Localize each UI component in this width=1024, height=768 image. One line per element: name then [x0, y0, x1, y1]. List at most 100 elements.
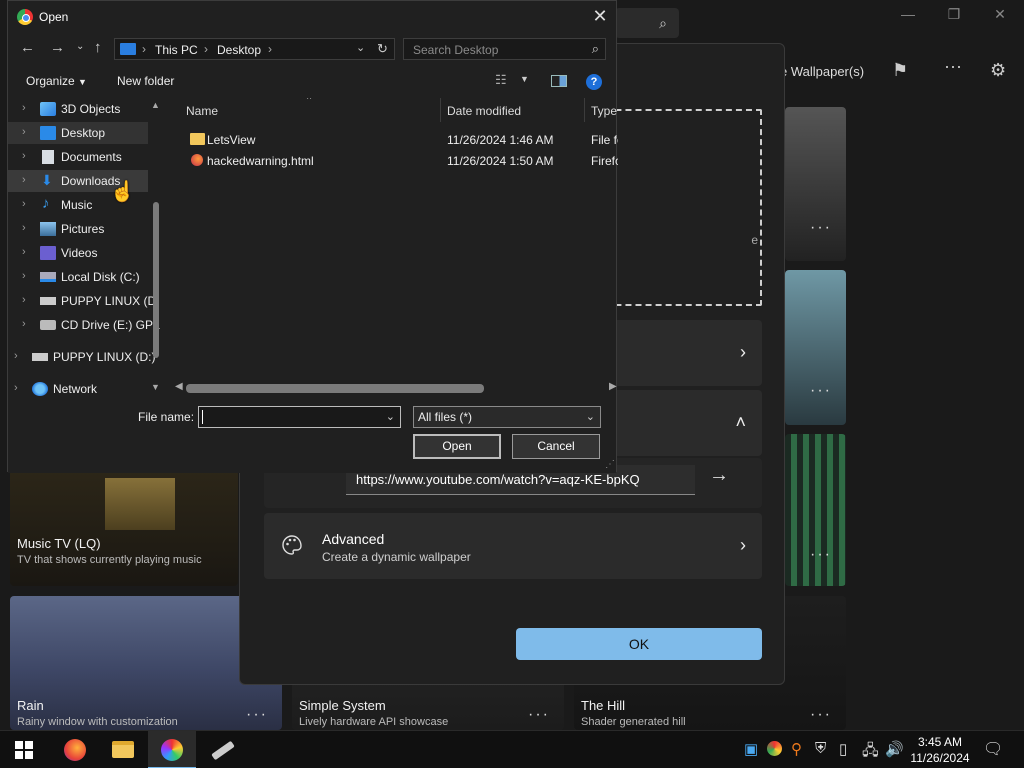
new-folder-button[interactable]: New folder: [117, 74, 174, 88]
expand-arrow-icon[interactable]: ›: [22, 246, 26, 258]
help-icon[interactable]: ?: [586, 74, 602, 90]
recent-locations-icon[interactable]: ⌄: [76, 41, 84, 52]
breadcrumb-separator-icon[interactable]: ›: [204, 42, 208, 56]
chrome-tray-icon[interactable]: [767, 741, 782, 756]
expand-arrow-icon[interactable]: ›: [22, 174, 26, 186]
expand-arrow-icon[interactable]: ›: [22, 150, 26, 162]
file-type-filter[interactable]: All files (*) ⌄: [413, 406, 601, 428]
wallpaper-tile[interactable]: ···: [785, 107, 846, 261]
app-search-box[interactable]: ⌕: [615, 8, 679, 38]
expand-arrow-icon[interactable]: ›: [14, 382, 18, 394]
maximize-button[interactable]: ❐: [940, 6, 968, 23]
tray-app-icon[interactable]: ▣: [744, 740, 758, 758]
scrollbar-thumb[interactable]: [186, 384, 484, 393]
minimize-button[interactable]: —: [894, 6, 922, 22]
file-name-input[interactable]: ⌄: [198, 406, 401, 428]
dialog-titlebar[interactable]: Open ✕: [8, 1, 616, 33]
close-dialog-button[interactable]: ✕: [584, 1, 616, 31]
breadcrumb-desktop[interactable]: Desktop: [217, 43, 261, 57]
cancel-button[interactable]: Cancel: [512, 434, 600, 459]
volume-icon[interactable]: 🔊: [885, 740, 904, 758]
taskbar-firefox[interactable]: [50, 731, 98, 768]
open-button[interactable]: Open: [413, 434, 501, 459]
tree-item-desktop[interactable]: › Desktop: [8, 122, 148, 144]
tree-item-documents[interactable]: › Documents: [8, 146, 148, 168]
close-app-button[interactable]: ✕: [986, 6, 1014, 23]
scroll-right-icon[interactable]: ▶: [609, 381, 617, 392]
wallpaper-tile[interactable]: ···: [785, 434, 846, 586]
tile-more-icon[interactable]: ···: [810, 706, 832, 724]
chevron-up-icon[interactable]: ˄: [735, 412, 746, 433]
forward-arrow-icon[interactable]: →: [50, 39, 65, 56]
more-icon[interactable]: ···: [944, 56, 962, 77]
file-row[interactable]: LetsView 11/26/2024 1:46 AM File fo: [172, 129, 618, 150]
column-header-type[interactable]: Type: [591, 104, 617, 118]
tree-item-puppy-linux-root[interactable]: › PUPPY LINUX (D:): [8, 346, 155, 368]
scrollbar-thumb[interactable]: [153, 202, 159, 358]
column-header-date[interactable]: Date modified: [447, 104, 521, 118]
expand-arrow-icon[interactable]: ›: [22, 198, 26, 210]
tree-item-pictures[interactable]: › Pictures: [8, 218, 148, 240]
tile-more-icon[interactable]: ···: [810, 219, 832, 237]
tile-more-icon[interactable]: ···: [246, 706, 268, 724]
expand-arrow-icon[interactable]: ›: [14, 350, 18, 362]
start-button[interactable]: [0, 731, 48, 768]
expand-arrow-icon[interactable]: ›: [22, 318, 26, 330]
expand-arrow-icon[interactable]: ›: [22, 270, 26, 282]
network-tray-icon[interactable]: 🖧: [862, 740, 879, 765]
scroll-up-icon[interactable]: ▲: [151, 100, 160, 110]
navigation-scrollbar[interactable]: ▲ ▼: [149, 98, 163, 394]
notification-icon[interactable]: 🗨: [983, 739, 1003, 759]
breadcrumb-separator-icon[interactable]: ›: [142, 42, 146, 56]
file-list-scrollbar[interactable]: ◀ ▶: [172, 381, 618, 395]
add-wallpaper-label[interactable]: e Wallpaper(s): [780, 64, 864, 79]
tile-more-icon[interactable]: ···: [810, 382, 832, 400]
ok-button[interactable]: OK: [516, 628, 762, 660]
taskbar: ▣ ⚲ ⛨ ▯ 🖧 🔊 3:45 AM 11/26/2024 🗨: [0, 730, 1024, 768]
tree-item-3d-objects[interactable]: › 3D Objects: [8, 98, 148, 120]
scroll-down-icon[interactable]: ▼: [151, 382, 160, 392]
tile-more-icon[interactable]: ···: [528, 706, 550, 724]
tile-more-icon[interactable]: ···: [810, 546, 832, 564]
tree-item-videos[interactable]: › Videos: [8, 242, 148, 264]
tree-item-local-disk[interactable]: › Local Disk (C:): [8, 266, 148, 288]
gear-icon[interactable]: ⚙: [990, 60, 1006, 81]
back-arrow-icon[interactable]: ←: [20, 39, 35, 56]
tree-item-cd-drive[interactable]: › CD Drive (E:) GPa: [8, 314, 160, 336]
view-options-icon[interactable]: ☷: [495, 72, 507, 88]
breadcrumb-separator-icon[interactable]: ›: [268, 42, 272, 56]
chevron-down-icon[interactable]: ⌄: [386, 410, 395, 423]
resize-grip-icon[interactable]: ⋰: [605, 459, 615, 470]
tree-item-network[interactable]: › Network: [8, 378, 148, 398]
column-header-name[interactable]: Name: [186, 104, 218, 118]
expand-arrow-icon[interactable]: ›: [22, 102, 26, 114]
file-row[interactable]: hackedwarning.html 11/26/2024 1:50 AM Fi…: [172, 150, 618, 171]
taskbar-file-explorer[interactable]: [98, 731, 146, 768]
organize-menu[interactable]: Organize ▼: [26, 74, 87, 88]
taskbar-app[interactable]: [198, 731, 246, 768]
search-box[interactable]: Search Desktop ⌕: [403, 38, 606, 60]
chevron-down-icon[interactable]: ⌄: [356, 41, 365, 54]
taskbar-clock[interactable]: 3:45 AM 11/26/2024: [906, 734, 974, 766]
breadcrumb-this-pc[interactable]: This PC: [155, 43, 198, 57]
expand-arrow-icon[interactable]: ›: [22, 294, 26, 306]
up-arrow-icon[interactable]: ↑: [94, 39, 102, 56]
taskbar-lively[interactable]: [148, 731, 196, 768]
preview-pane-icon[interactable]: [551, 75, 567, 87]
chevron-down-icon[interactable]: ▼: [520, 74, 529, 84]
wallpaper-tile-music-tv[interactable]: Music TV (LQ) TV that shows currently pl…: [10, 470, 238, 586]
scroll-left-icon[interactable]: ◀: [175, 381, 183, 392]
advanced-section[interactable]: Advanced Create a dynamic wallpaper ›: [264, 513, 762, 579]
arrow-right-icon[interactable]: →: [709, 464, 729, 487]
expand-arrow-icon[interactable]: ›: [22, 126, 26, 138]
address-bar[interactable]: › This PC › Desktop › ⌄ ↻: [114, 38, 395, 60]
expand-arrow-icon[interactable]: ›: [22, 222, 26, 234]
shield-icon[interactable]: ⛨: [815, 740, 826, 757]
usb-tray-icon[interactable]: ▯: [839, 740, 847, 758]
search-tray-icon[interactable]: ⚲: [791, 740, 802, 758]
refresh-icon[interactable]: ↻: [377, 41, 388, 57]
tree-item-puppy-linux[interactable]: › PUPPY LINUX (D: [8, 290, 156, 312]
pin-icon[interactable]: ⚑: [892, 60, 908, 81]
wallpaper-tile[interactable]: ···: [785, 270, 846, 425]
search-icon: ⌕: [659, 15, 667, 31]
